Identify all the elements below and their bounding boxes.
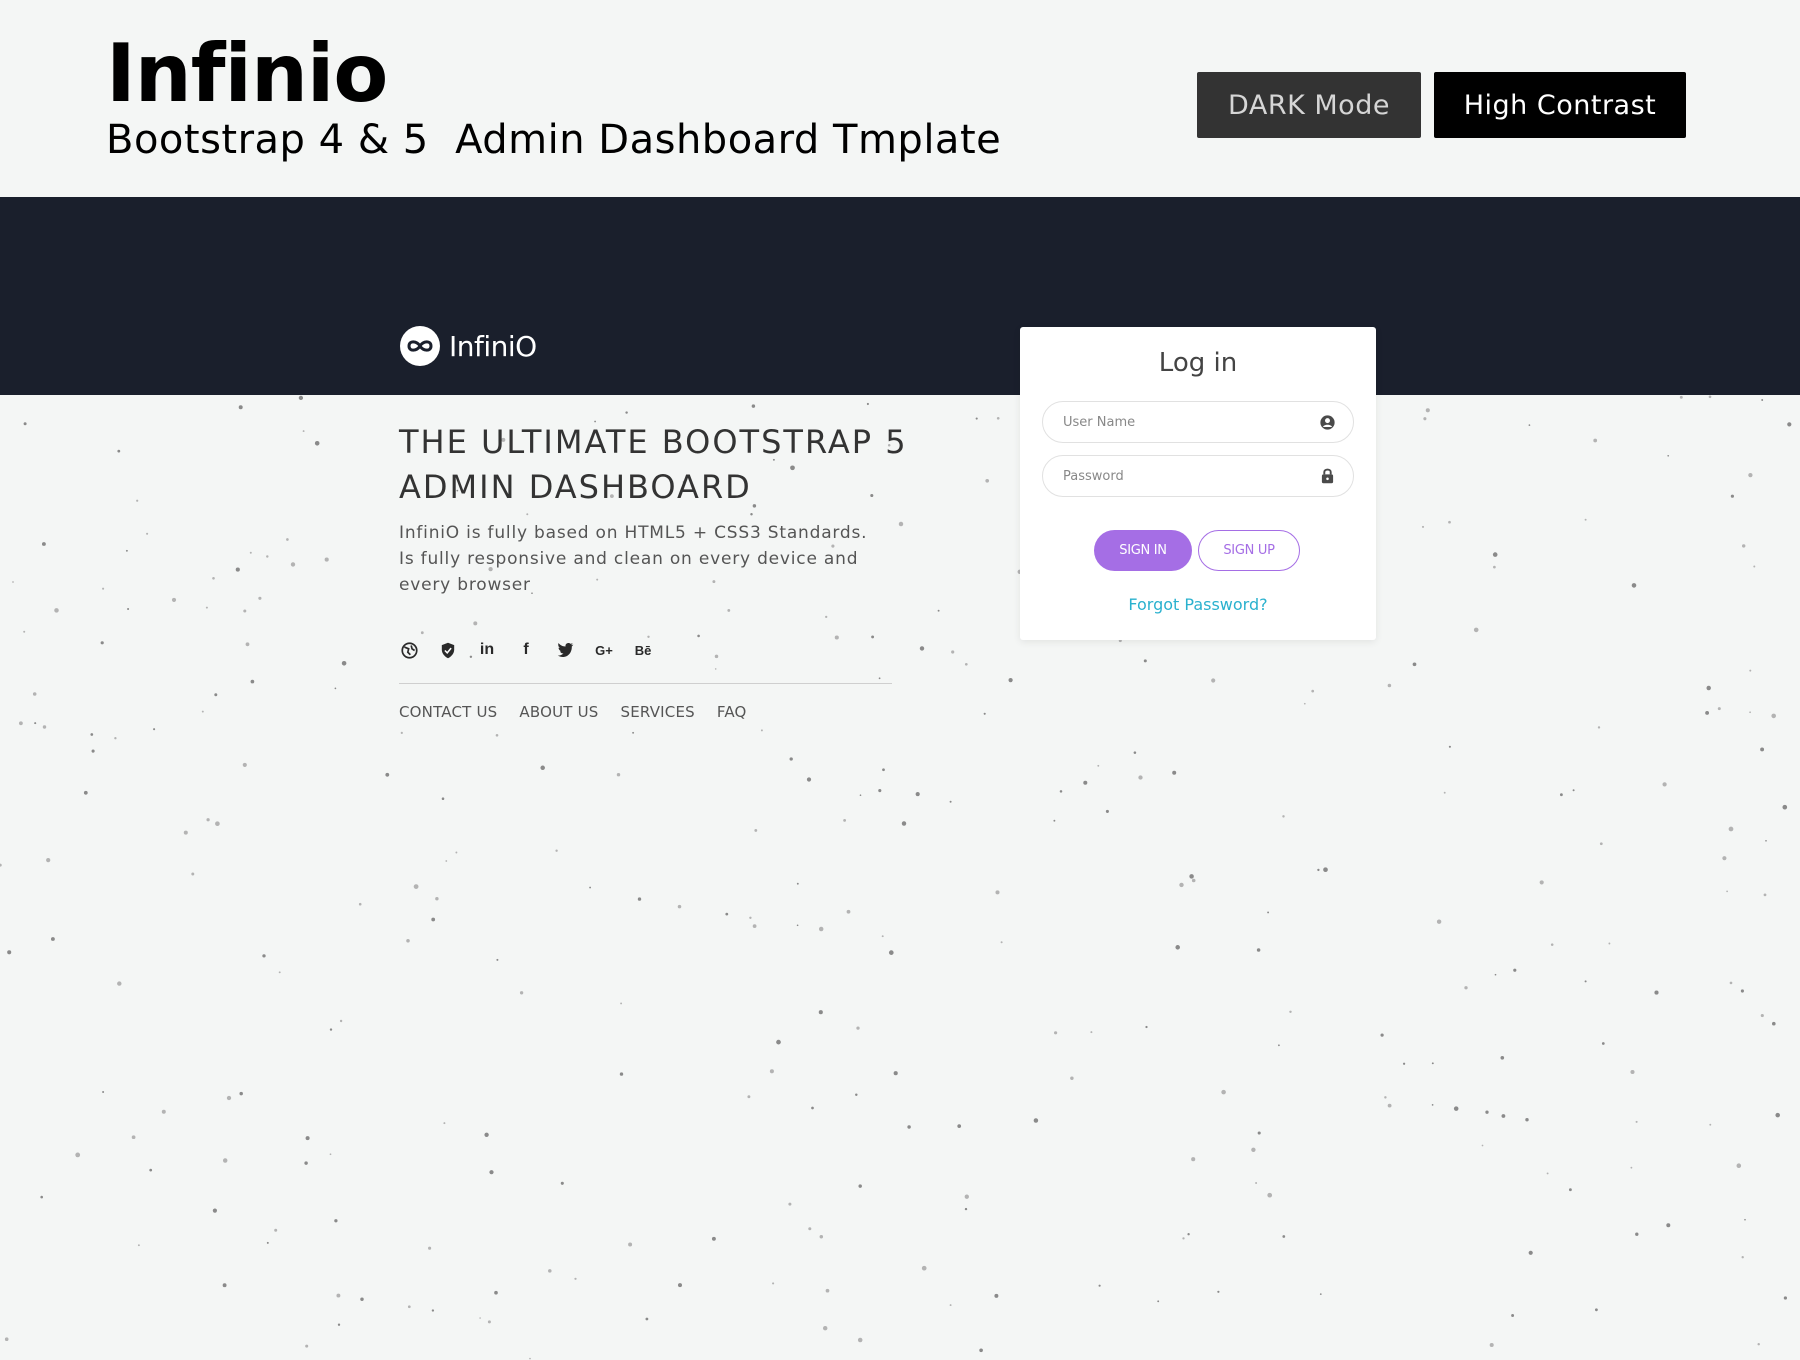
footer-link-contact-us[interactable]: CONTACT US: [399, 703, 497, 721]
twitter-icon[interactable]: [555, 640, 575, 660]
user-circle-icon: [1319, 414, 1335, 430]
footer-link-services[interactable]: SERVICES: [621, 703, 695, 721]
behance-icon[interactable]: Bē: [633, 640, 653, 660]
shield-icon[interactable]: [438, 640, 458, 660]
sign-in-button[interactable]: SIGN IN: [1094, 530, 1192, 571]
hero-description: InfiniO is fully based on HTML5 + CSS3 S…: [399, 523, 868, 595]
login-title: Log in: [1158, 348, 1238, 378]
linkedin-icon[interactable]: in: [477, 640, 497, 660]
footer-link-about-us[interactable]: ABOUT US: [519, 703, 598, 721]
lock-icon: [1319, 468, 1335, 484]
hero-band: [0, 197, 1800, 395]
infinity-icon: [400, 326, 440, 366]
globe-icon[interactable]: [399, 640, 419, 660]
promo-title: Infinio: [106, 27, 388, 120]
brand[interactable]: InfiniO: [400, 326, 537, 366]
username-placeholder: User Name: [1063, 414, 1136, 430]
google-plus-icon[interactable]: G+: [594, 640, 614, 660]
facebook-icon[interactable]: f: [516, 640, 536, 660]
footer-divider: [399, 683, 892, 684]
dark-mode-button[interactable]: DARK Mode: [1197, 72, 1421, 138]
promo-header: Infinio Bootstrap 4 & 5 Admin Dashboard …: [0, 0, 1800, 197]
footer-link-faq[interactable]: FAQ: [717, 703, 747, 721]
username-field[interactable]: User Name: [1042, 401, 1354, 443]
particle-background: [0, 395, 1792, 1360]
sign-up-button[interactable]: SIGN UP: [1198, 530, 1300, 571]
login-card: Log in User Name Password SIGN IN SIGN U…: [1020, 327, 1376, 640]
promo-subtitle: Bootstrap 4 & 5 Admin Dashboard Tmplate: [106, 117, 1002, 163]
hero-headline: THE ULTIMATE BOOTSTRAP 5 ADMIN DASHBOARD: [399, 423, 908, 506]
password-placeholder: Password: [1063, 468, 1124, 484]
brand-name: InfiniO: [449, 329, 537, 363]
social-links: in f G+ Bē: [399, 640, 653, 660]
password-field[interactable]: Password: [1042, 455, 1354, 497]
forgot-password-link[interactable]: Forgot Password?: [1020, 595, 1376, 614]
high-contrast-button[interactable]: High Contrast: [1434, 72, 1686, 138]
footer-links: CONTACT US ABOUT US SERVICES FAQ: [399, 703, 747, 721]
